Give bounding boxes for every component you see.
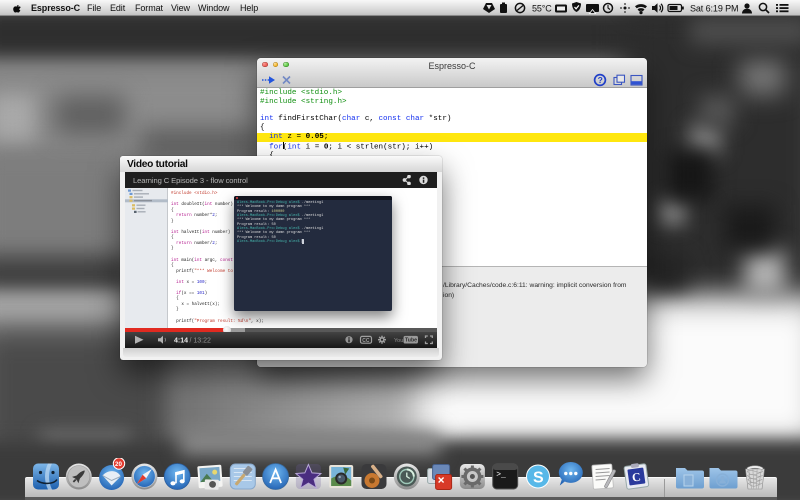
svg-text:>_: >_: [496, 471, 506, 480]
svg-text:20: 20: [115, 461, 122, 468]
svg-text:?: ?: [598, 75, 603, 85]
svg-text:55°C: 55°C: [532, 4, 552, 14]
svg-text:You: You: [394, 338, 403, 344]
svg-text:Tube: Tube: [405, 338, 417, 344]
svg-text:Sat 6:19 PM: Sat 6:19 PM: [690, 4, 738, 14]
svg-text:CC: CC: [362, 338, 370, 344]
svg-text:S: S: [533, 470, 544, 487]
svg-text:4:14: 4:14: [174, 337, 188, 344]
svg-text:/ 13:22: / 13:22: [190, 337, 212, 344]
